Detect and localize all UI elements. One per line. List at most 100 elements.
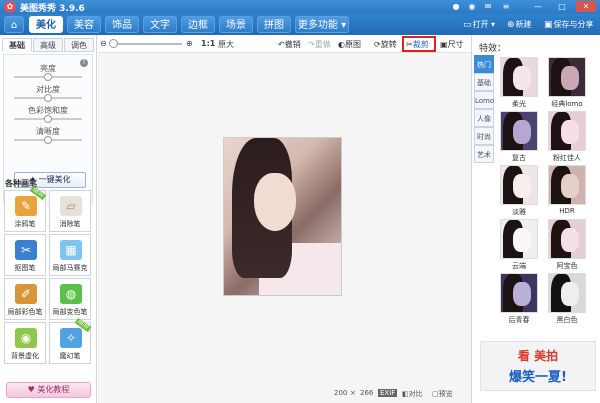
thumb-face — [513, 228, 531, 252]
promo-line1: 看 美拍 — [517, 349, 559, 363]
effect-label: 阿宝色 — [556, 262, 578, 270]
zoom-in-icon[interactable]: ⊕ — [186, 39, 193, 48]
tool-label: 局部马赛克 — [52, 264, 88, 272]
one-key-label: 一键美化 — [38, 175, 71, 184]
tab-beauty[interactable]: 美容 — [67, 16, 101, 33]
effect-thumbnail — [500, 165, 538, 205]
maximize-button[interactable]: □ — [552, 1, 572, 12]
tab-more-features[interactable]: 更多功能 ▾ — [295, 16, 349, 33]
original-button[interactable]: ◐原图 — [338, 39, 361, 50]
preview-button[interactable]: ▢预览 — [432, 389, 453, 399]
effect-abao-color[interactable]: 阿宝色 — [548, 219, 586, 274]
zoom-knob[interactable] — [109, 39, 118, 48]
crop-button[interactable]: ✂裁剪 — [406, 39, 429, 50]
tab-advanced[interactable]: 高级 — [33, 38, 63, 52]
category-portrait[interactable]: 人像 — [474, 109, 494, 127]
saturation-slider[interactable] — [14, 115, 82, 123]
tool-recolor-pen[interactable]: ◍ 局部变色笔 — [49, 278, 91, 320]
sharpness-slider[interactable] — [14, 136, 82, 144]
tool-background-blur[interactable]: ◉ 背景虚化 — [4, 322, 46, 364]
effect-hdr[interactable]: HDR — [548, 165, 586, 220]
color-pen-icon: ✐ — [15, 284, 37, 304]
tab-scenes[interactable]: 场景 — [219, 16, 253, 33]
effect-classic-lomo[interactable]: 经典lomo — [548, 57, 586, 112]
effect-label: 云端 — [512, 262, 526, 270]
effect-soft-light[interactable]: 柔光 — [500, 57, 538, 112]
user-icon[interactable]: ◉ — [466, 1, 478, 12]
tab-beautify[interactable]: 美化 — [29, 16, 63, 33]
promo-banner[interactable]: 看 美拍 爆笑一夏! — [480, 341, 596, 391]
zoom-out-icon[interactable]: ⊖ — [100, 39, 107, 48]
effect-elegant[interactable]: 淡雅 — [500, 165, 538, 220]
save-share-button[interactable]: ▣保存与分享 — [544, 19, 594, 31]
tool-eraser-pen[interactable]: ▱ 消除笔 — [49, 190, 91, 232]
compare-button[interactable]: ◧对比 — [402, 389, 423, 399]
tool-color-pen[interactable]: ✐ 局部彩色笔 — [4, 278, 46, 320]
zoom-slider[interactable] — [109, 39, 182, 48]
effect-black-white[interactable]: 黑白色 — [548, 273, 586, 328]
rotate-button[interactable]: ⟳旋转 — [374, 39, 397, 50]
save-icon: ▣ — [544, 20, 553, 30]
thumb-face — [561, 282, 579, 306]
effect-label: 淡雅 — [512, 208, 526, 216]
slider-knob[interactable] — [44, 115, 52, 123]
effect-label: 柔光 — [512, 100, 526, 108]
tab-basic[interactable]: 基础 — [2, 38, 32, 52]
tutorial-button[interactable]: ♥ 美化教程 — [6, 382, 91, 398]
tool-label: 涂鸦笔 — [14, 220, 36, 228]
effect-label: 复古 — [512, 154, 526, 162]
effect-pink-lady[interactable]: 粉红佳人 — [548, 111, 586, 166]
original-icon: ◐ — [338, 40, 345, 49]
undo-button[interactable]: ↶撤销 — [278, 39, 301, 50]
tool-magic-pen[interactable]: ✧ NEW 魔幻笔 — [49, 317, 92, 364]
effect-retro[interactable]: 复古 — [500, 111, 538, 166]
slider-knob[interactable] — [44, 94, 52, 102]
zoom-ratio[interactable]: 1:1 — [201, 39, 215, 48]
tab-collage[interactable]: 拼图 — [257, 16, 291, 33]
plus-icon: ⊕ — [507, 20, 515, 30]
image-width: 200 — [334, 389, 348, 397]
thumb-face — [513, 66, 531, 90]
qq-icon[interactable]: ● — [450, 1, 462, 12]
new-button[interactable]: ⊕新建 — [507, 19, 532, 31]
left-panel: 基础 高级 调色 ? 亮度 对比度 色彩饱和度 清晰度 ✦ 一键美化 各种画笔 … — [0, 35, 97, 403]
tab-text[interactable]: 文字 — [143, 16, 177, 33]
menu-icon[interactable]: ≡ — [500, 1, 512, 12]
category-art[interactable]: 艺术 — [474, 145, 494, 163]
skin-icon[interactable]: ✉ — [482, 1, 494, 12]
home-button[interactable]: ⌂ — [4, 16, 24, 33]
tab-accessories[interactable]: 饰品 — [105, 16, 139, 33]
minimize-button[interactable]: — — [528, 1, 548, 12]
tool-mosaic[interactable]: ▦ 局部马赛克 — [49, 234, 91, 276]
cutout-icon: ✂ — [15, 240, 37, 260]
category-basic[interactable]: 基础 — [474, 73, 494, 91]
category-hot[interactable]: 热门 — [474, 55, 494, 73]
redo-button[interactable]: ↷重做 — [308, 39, 331, 50]
slider-knob[interactable] — [44, 73, 52, 81]
open-button[interactable]: ▭打开 ▾ — [463, 19, 495, 31]
category-fashion[interactable]: 时尚 — [474, 127, 494, 145]
fit-original-button[interactable]: 原大 — [218, 39, 234, 50]
effect-thumbnail — [548, 111, 586, 151]
crop-icon: ✂ — [406, 40, 413, 49]
tab-color[interactable]: 调色 — [64, 38, 94, 52]
effect-thumbnail — [500, 111, 538, 151]
effect-youth[interactable]: 后青春 — [500, 273, 538, 328]
thumb-face — [561, 120, 579, 144]
tool-label: 局部变色笔 — [52, 308, 88, 316]
brightness-slider[interactable] — [14, 73, 82, 81]
size-button[interactable]: ▣尺寸 — [440, 39, 464, 50]
app-title: 美图秀秀 3.9.6 — [20, 4, 85, 14]
effect-thumbnail — [500, 57, 538, 97]
tab-frames[interactable]: 边框 — [181, 16, 215, 33]
exif-button[interactable]: EXIF — [378, 389, 398, 397]
close-button[interactable]: ✕ — [576, 1, 596, 12]
contrast-slider[interactable] — [14, 94, 82, 102]
photo-canvas[interactable] — [224, 138, 341, 295]
tool-cutout-pen[interactable]: ✂ 抠图笔 — [4, 234, 46, 276]
canvas-statusbar: 200 × 266 EXIF ◧对比 ▢预览 — [98, 385, 471, 403]
category-lomo[interactable]: Lomo — [474, 91, 494, 109]
slider-knob[interactable] — [44, 136, 52, 144]
effect-cloud[interactable]: 云端 — [500, 219, 538, 274]
tool-doodle-pen[interactable]: ✎ NEW 涂鸦笔 — [4, 185, 47, 232]
